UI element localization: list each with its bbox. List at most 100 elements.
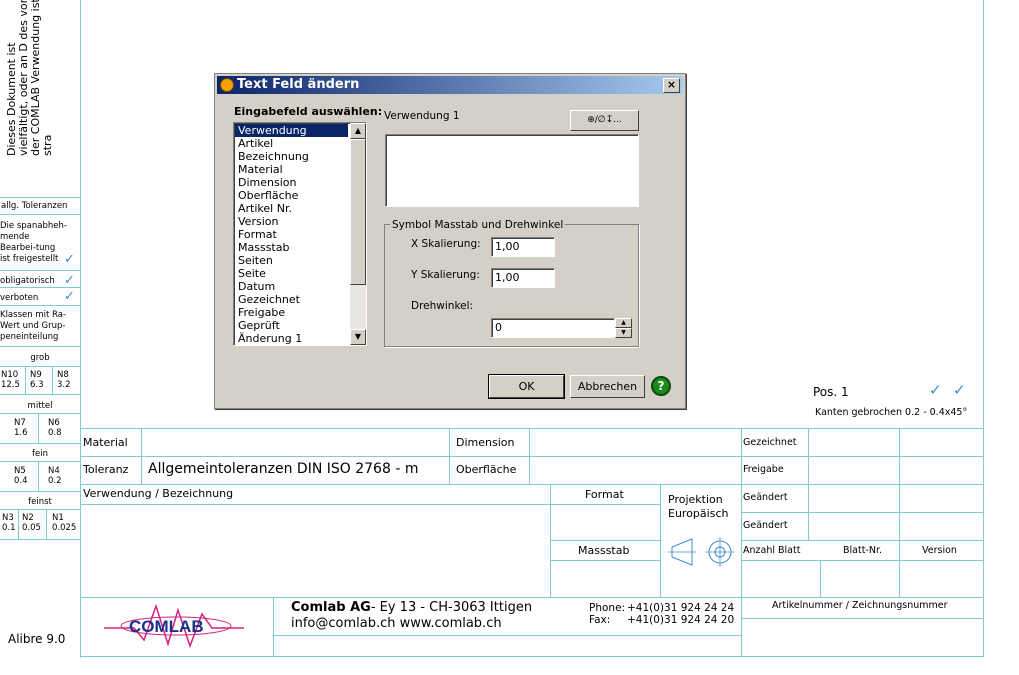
roughness-cell: N8 3.2 (57, 370, 71, 390)
freigabe-label: Freigabe (743, 464, 784, 475)
spanab-text: Die spanabheh-mende Bearbei-tung ist fre… (0, 221, 67, 264)
divider (80, 484, 984, 485)
divider (25, 366, 26, 394)
divider (38, 461, 39, 491)
divider (820, 560, 821, 597)
divider (0, 509, 81, 510)
frame-right-line (983, 0, 984, 656)
roughness-cell: N10 12.5 (1, 370, 20, 390)
europaeisch-label: Europäisch (668, 507, 729, 520)
list-item[interactable]: Artikel Nr. (235, 202, 348, 215)
scroll-down-button[interactable]: ▼ (350, 329, 366, 345)
divider (141, 428, 142, 484)
text-field-dialog: Text Feld ändern × Eingabefeld auswählen… (214, 73, 686, 409)
rotation-input[interactable]: 0 (491, 318, 615, 338)
rotation-label: Drehwinkel: (411, 300, 474, 312)
dimension-label: Dimension (456, 436, 515, 449)
divider (46, 509, 47, 539)
list-item[interactable]: Version (235, 215, 348, 228)
divider (273, 597, 274, 656)
scroll-up-button[interactable]: ▲ (350, 123, 366, 139)
format-label: Format (585, 488, 624, 501)
scroll-thumb[interactable] (350, 139, 366, 285)
roughness-cell: N9 6.3 (30, 370, 44, 390)
list-item[interactable]: Verwendung (235, 124, 348, 137)
list-item[interactable]: Änderung 1 (235, 332, 348, 345)
spin-down-button[interactable]: ▼ (615, 328, 632, 338)
list-item[interactable]: Bezeichnung (235, 150, 348, 163)
gezeichnet-label: Gezeichnet (743, 437, 797, 448)
divider (80, 597, 984, 598)
divider (0, 413, 81, 414)
klassen-text: Klassen mit Ra-Wert und Grup-peneinteilu… (0, 310, 66, 342)
list-item[interactable]: Gezeichnet (235, 293, 348, 306)
select-field-label: Eingabefeld auswählen: (234, 105, 383, 118)
divider (0, 214, 81, 215)
list-item[interactable]: Geprüft (235, 319, 348, 332)
divider (899, 428, 900, 597)
divider (660, 484, 661, 597)
dialog-titlebar[interactable]: Text Feld ändern × (217, 76, 683, 94)
divider (741, 560, 984, 561)
roughness-cell: N2 0.05 (22, 513, 41, 533)
divider (80, 456, 984, 457)
kanten-note: Kanten gebrochen 0.2 - 0.4x45° (815, 407, 968, 418)
divider (38, 413, 39, 443)
feinst-label: feinst (28, 497, 52, 507)
list-item[interactable]: Format (235, 228, 348, 241)
obligatorisch-label: obligatorisch (0, 276, 55, 286)
frame-bottom-line (80, 656, 984, 657)
spin-up-button[interactable]: ▲ (615, 318, 632, 328)
company-name: Comlab AG (291, 600, 371, 615)
close-button[interactable]: × (663, 78, 680, 93)
grob-label: grob (30, 353, 50, 363)
x-scale-input[interactable]: 1,00 (491, 237, 555, 257)
list-item[interactable]: Seiten (235, 254, 348, 267)
divider (0, 305, 81, 306)
roughness-cell: N1 0.025 (52, 513, 77, 533)
oberflaeche-label: Oberfläche (456, 463, 517, 476)
fax-value: +41(0)31 924 24 20 (627, 614, 735, 626)
field-text-area[interactable] (385, 134, 639, 207)
symbol-group-title: Symbol Masstab und Drehwinkel (390, 219, 566, 231)
logo-text: COMLAB (129, 617, 204, 636)
divider (80, 428, 984, 429)
roughness-cell: N6 0.8 (48, 418, 62, 438)
divider (741, 540, 984, 541)
list-item[interactable]: Seite (235, 267, 348, 280)
fein-label: fein (32, 449, 48, 459)
list-item[interactable]: Dimension (235, 176, 348, 189)
divider (529, 428, 530, 484)
company-address: - Ey 13 - CH-3063 Ittigen (370, 600, 533, 615)
insert-symbol-button[interactable]: ⊕∕∅↧... (570, 110, 639, 131)
ok-button[interactable]: OK (489, 375, 564, 398)
divider (0, 270, 81, 271)
geaendert-label: Geändert (743, 492, 788, 503)
cancel-button[interactable]: Abbrechen (570, 375, 645, 398)
checkmark-icon: ✓ (64, 273, 75, 288)
comlab-logo-icon: COMLAB (104, 603, 244, 649)
projektion-label: Projektion (668, 493, 723, 506)
listbox-scrollbar[interactable]: ▲ ▼ (350, 123, 366, 345)
blatt-nr-label: Blatt-Nr. (843, 545, 883, 556)
divider (0, 491, 81, 492)
list-item[interactable]: Artikel (235, 137, 348, 150)
list-item[interactable]: Freigabe (235, 306, 348, 319)
frame-left-line (80, 0, 81, 658)
divider (52, 366, 53, 394)
phone-value: +41(0)31 924 24 24 (627, 602, 735, 614)
verwendung-label: Verwendung / Bezeichnung (83, 487, 234, 500)
y-scale-input[interactable]: 1,00 (491, 268, 555, 288)
list-item[interactable]: Datum (235, 280, 348, 293)
material-label: Material (83, 436, 128, 449)
field-listbox[interactable]: Verwendung Artikel Bezeichnung Material Dime… (233, 122, 367, 346)
list-item[interactable]: Oberfläche (235, 189, 348, 202)
roughness-cell: N3 0.1 (2, 513, 16, 533)
divider (80, 504, 660, 505)
list-item[interactable]: Material (235, 163, 348, 176)
mittel-label: mittel (27, 401, 53, 411)
help-icon[interactable]: ? (651, 376, 671, 396)
divider (550, 560, 660, 561)
version-label: Version (922, 545, 957, 556)
list-item[interactable]: Massstab (235, 241, 348, 254)
